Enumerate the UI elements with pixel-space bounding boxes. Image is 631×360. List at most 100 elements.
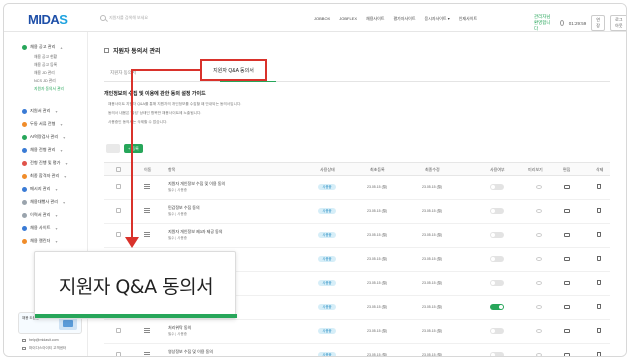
preview-eye-icon[interactable]	[536, 233, 542, 237]
topnav-recruit-site[interactable]: 채용사이트	[366, 16, 384, 22]
row-title[interactable]: 영상정보 수집 및 이용 동의	[168, 349, 213, 355]
status-badge: 사용중	[318, 256, 336, 262]
preview-eye-icon[interactable]	[536, 353, 542, 356]
sidebar-item-label: 채용 전형 관리	[30, 147, 56, 152]
trash-icon[interactable]	[597, 184, 601, 189]
row-title[interactable]: 처리위탁 동의	[168, 325, 191, 331]
topnav-jobbox[interactable]: JOBBOX	[314, 16, 330, 22]
use-toggle[interactable]	[490, 208, 504, 214]
sidebar-sub-posting-register[interactable]: 채용 공고 등록	[34, 63, 57, 68]
preview-eye-icon[interactable]	[536, 305, 542, 309]
row-subtitle: 필수 | 사용중	[168, 236, 187, 240]
table-row: 지원자 개인정보 제3자 제공 동의 필수 | 사용중 사용중 23.05.15 (월…	[104, 224, 610, 248]
trash-icon[interactable]	[597, 352, 601, 356]
sidebar-item-label: 채용 캘린더	[30, 238, 51, 243]
zoom-callout: 지원자 Q&A 동의서	[34, 251, 237, 319]
edit-monitor-icon[interactable]	[564, 329, 570, 333]
edit-monitor-icon[interactable]	[564, 257, 570, 261]
sidebar-sub-jd[interactable]: 채용 JD 관리	[34, 71, 55, 76]
delete-selected-button[interactable]	[106, 144, 120, 153]
column-header: 삭제	[596, 167, 604, 172]
select-all-checkbox[interactable]	[116, 167, 121, 172]
edit-monitor-icon[interactable]	[564, 305, 570, 309]
search-icon	[100, 15, 106, 21]
row-title[interactable]: 지원자 개인정보 수집 및 이용 동의	[168, 181, 225, 187]
topnav-applicant-site[interactable]: 응시자사이트 ▾	[425, 16, 450, 22]
use-toggle[interactable]	[490, 256, 504, 262]
sidebar-sub-consent[interactable]: 지원자 동의서 관리	[34, 87, 64, 92]
row-title[interactable]: 민감정보 수집 동의	[168, 205, 200, 211]
global-search[interactable]: 지원자를 검색해 보세요	[100, 15, 148, 21]
trash-icon[interactable]	[597, 328, 601, 333]
sidebar-item-resume[interactable]: 이력서 관리 ▾	[22, 212, 57, 218]
sidebar-item-job-posting[interactable]: 채용 공고 관리 ▴	[22, 44, 62, 50]
settings-icon[interactable]	[559, 20, 564, 26]
use-toggle[interactable]	[490, 328, 504, 334]
edit-monitor-icon[interactable]	[564, 281, 570, 285]
sidebar-item-messages[interactable]: 메시지 관리 ▾	[22, 186, 57, 192]
sidebar-item-label: 두둥 서류 전형	[30, 121, 56, 126]
trash-icon[interactable]	[597, 232, 601, 237]
edit-monitor-icon[interactable]	[564, 353, 570, 356]
preview-eye-icon[interactable]	[536, 209, 542, 213]
row-title[interactable]: 지원자 개인정보 제3자 제공 동의	[168, 229, 223, 235]
edit-monitor-icon[interactable]	[564, 209, 570, 213]
column-header: 사용상태	[320, 167, 335, 172]
preview-eye-icon[interactable]	[536, 185, 542, 189]
page-icon	[104, 48, 109, 53]
row-checkbox[interactable]	[116, 328, 121, 333]
sidebar-item-process[interactable]: 채용 전형 관리 ▾	[22, 147, 62, 153]
sidebar-item-ai-test[interactable]: AI역량검사 관리 ▾	[22, 134, 65, 140]
trash-icon[interactable]	[597, 208, 601, 213]
edit-monitor-icon[interactable]	[564, 185, 570, 189]
sidebar-item-label: 채용대행사 관리	[30, 199, 59, 204]
edit-monitor-icon[interactable]	[564, 233, 570, 237]
topnav-jobflex[interactable]: JOBFLEX	[339, 16, 357, 22]
sidebar-item-applications[interactable]: 지원서 관리 ▾	[22, 108, 57, 114]
row-checkbox[interactable]	[116, 184, 121, 189]
use-toggle[interactable]	[490, 352, 504, 356]
use-toggle[interactable]	[490, 280, 504, 286]
column-header-select[interactable]	[116, 167, 121, 173]
sidebar-item-agency[interactable]: 채용대행사 관리 ▾	[22, 199, 65, 205]
extend-button[interactable]: 연장	[591, 15, 606, 31]
status-badge: 사용중	[318, 184, 336, 190]
midas-logo[interactable]: MIDAS	[28, 12, 68, 27]
trash-icon[interactable]	[597, 304, 601, 309]
row-checkbox[interactable]	[116, 232, 121, 237]
support-center-text: 마이다스아이티 고객센터	[29, 346, 67, 350]
drag-handle-icon[interactable]	[144, 328, 150, 333]
sidebar-sub-ncs-jd[interactable]: NCS JD 관리	[34, 79, 56, 84]
row-checkbox[interactable]	[116, 208, 121, 213]
trash-icon[interactable]	[597, 256, 601, 261]
topnav-evaluator-site[interactable]: 평가자사이트	[393, 16, 415, 22]
sidebar-item-site[interactable]: 채용 사이트 ▾	[22, 225, 57, 231]
sidebar-item-evaluation[interactable]: 전형 진행 및 평가 ▾	[22, 160, 67, 166]
drag-handle-icon[interactable]	[144, 232, 150, 237]
created-date: 23.05.15 (월)	[367, 353, 388, 357]
chevron-down-icon: ▾	[60, 121, 63, 127]
support-center[interactable]: 마이다스아이티 고객센터	[22, 346, 66, 351]
logout-button[interactable]: 로그아웃	[610, 15, 626, 31]
use-toggle[interactable]	[490, 304, 504, 310]
drag-handle-icon[interactable]	[144, 184, 150, 189]
use-toggle[interactable]	[490, 184, 504, 190]
preview-eye-icon[interactable]	[536, 281, 542, 285]
add-consent-button[interactable]: + 등록	[124, 144, 143, 153]
sidebar-item-screening[interactable]: 두둥 서류 전형 ▾	[22, 121, 62, 127]
welcome-text: 관리자님 환영합니다	[534, 14, 551, 31]
use-toggle[interactable]	[490, 232, 504, 238]
trash-icon[interactable]	[597, 280, 601, 285]
modified-date: 23.05.15 (월)	[422, 257, 443, 261]
sidebar-item-calendar[interactable]: 채용 캘린더 ▾	[22, 238, 57, 244]
drag-handle-icon[interactable]	[144, 352, 150, 356]
preview-eye-icon[interactable]	[536, 329, 542, 333]
sidebar-item-final[interactable]: 최종 합격자 관리 ▾	[22, 173, 66, 179]
drag-handle-icon[interactable]	[144, 208, 150, 213]
support-email[interactable]: help@midasit.com	[22, 338, 59, 342]
topnav-talent-site[interactable]: 인재사이트	[459, 16, 477, 22]
column-header: 이동	[144, 167, 152, 172]
preview-eye-icon[interactable]	[536, 257, 542, 261]
sidebar-sub-posting-status[interactable]: 채용 공고 현황	[34, 55, 57, 60]
row-checkbox[interactable]	[116, 352, 121, 356]
